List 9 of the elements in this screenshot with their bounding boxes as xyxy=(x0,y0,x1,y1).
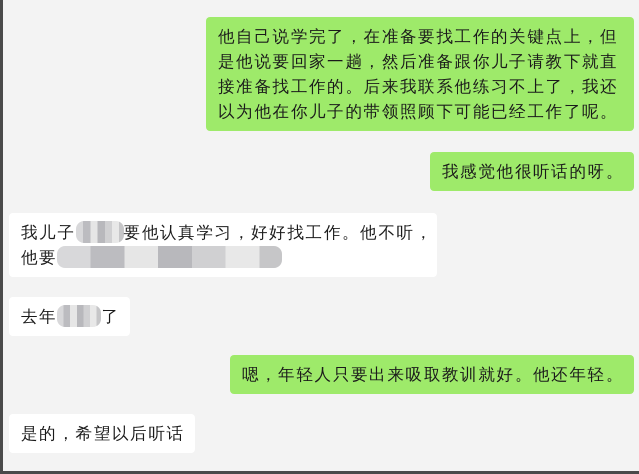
message-text: 去年 xyxy=(21,307,58,326)
message-text: 嗯，年轻人只要出来吸取教训就好。他还年轻。 xyxy=(242,365,624,384)
message-text: 要他认真学习，好好找工作。他不听， xyxy=(124,223,434,242)
message-text: 了 xyxy=(101,307,120,326)
message-text: 我儿子 xyxy=(21,223,76,242)
message-text: 他要 xyxy=(21,248,58,267)
message-text: 他自己说学完了，在准备要找工作的关键点上，但是他说要回家一趟，然后准备跟你儿子请教下就直接准备找工作的。后来我联系他练习不上了，我还以为他在你儿子的带领照顾下可能已经工作了呢。 xyxy=(218,27,618,121)
message-text: 我感觉他很听话的呀。 xyxy=(442,162,624,181)
message-text: 是的，希望以后听话 xyxy=(21,424,185,443)
